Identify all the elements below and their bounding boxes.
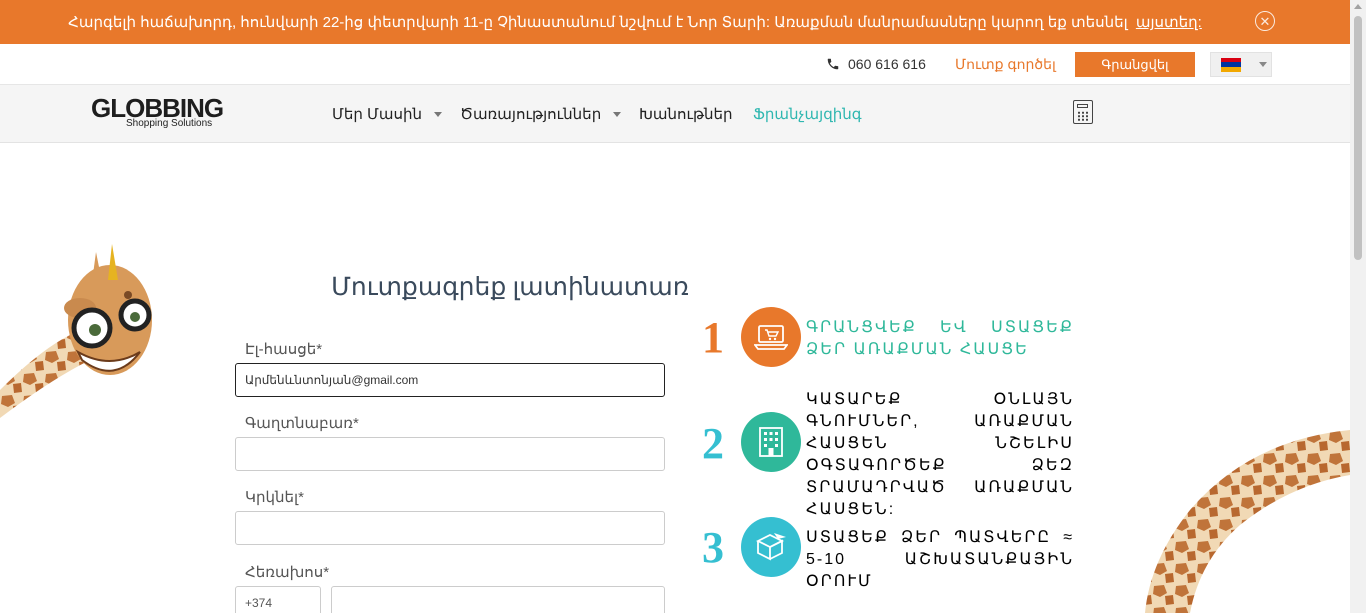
nav-item-shops[interactable]: Խանութներ <box>639 105 733 123</box>
step-number-text: 3 <box>702 523 724 572</box>
page-scrollbar[interactable] <box>1350 0 1366 613</box>
building-icon <box>759 427 783 457</box>
announcement-message: Հարգելի հաճախորդ, հունվարի 22-ից փետրվար… <box>68 14 1128 31</box>
nav-item-label: Ֆրանչայզինգ <box>753 106 862 123</box>
phone-label: Հեռախոս* <box>245 564 330 581</box>
armenia-flag-icon <box>1221 57 1241 72</box>
password-field[interactable] <box>235 437 665 471</box>
phone-field[interactable] <box>331 586 665 613</box>
nav-item-services[interactable]: Ծառայություններ <box>460 105 622 123</box>
language-selector[interactable] <box>1210 52 1272 77</box>
step-number-text: 1 <box>702 313 724 362</box>
utility-bar: 060 616 616 Մուտք գործել Գրանցվել <box>0 44 1350 85</box>
nav-item-label: Խանութներ <box>639 106 733 123</box>
giraffe-illustration-right <box>1145 430 1350 613</box>
close-icon[interactable]: ✕ <box>1255 11 1275 31</box>
step-3-text: ՍՏԱՑԵՔ ՁԵՐ ՊԱՏՎԵՐԸ ≈ 5-10 ԱՇԽԱՏԱՆՔԱՅԻՆ Օ… <box>806 529 1074 590</box>
form-title: Մուտքագրեք լատինատառ <box>331 274 689 301</box>
nav-item-franchising[interactable]: Ֆրանչայզինգ <box>753 105 862 123</box>
calculator-icon[interactable] <box>1073 100 1093 124</box>
announcement-text: Հարգելի հաճախորդ, հունվարի 22-ից փետրվար… <box>68 13 1202 31</box>
plane-box-icon <box>755 533 786 561</box>
step-number-text: 2 <box>702 419 724 468</box>
step-1-text: ԳՐԱՆՑՎԵՔ ԵՎ ՍՏԱՑԵՔ ՁԵՐ ԱՌԱՔՄԱՆ ՀԱՍՑԵ <box>806 319 1074 358</box>
laptop-cart-icon <box>754 325 788 350</box>
phone-code-field[interactable] <box>235 586 321 613</box>
logo[interactable]: GLOBBING Shopping Solutions <box>91 95 224 129</box>
main-nav: GLOBBING Shopping Solutions Մեր Մասին Ծա… <box>0 85 1350 143</box>
nav-item-about[interactable]: Մեր Մասին <box>332 105 443 123</box>
step-2-number: 2 <box>702 418 724 469</box>
phone-text: 060 616 616 <box>848 56 926 72</box>
step-1-circle <box>741 307 801 367</box>
step-2-text: ԿԱՏԱՐԵՔ ՕՆԼԱՅՆ ԳՆՈՒՄՆԵՐ, ԱՌԱՔՄԱՆ ՀԱՍՑԵՆ … <box>806 391 1074 518</box>
announcement-link[interactable]: այստեղ: <box>1136 14 1202 31</box>
chevron-down-icon <box>434 111 443 117</box>
phone-icon <box>827 58 839 70</box>
scrollbar-thumb[interactable] <box>1354 16 1362 260</box>
step-1-number: 1 <box>702 312 724 363</box>
repeat-password-label: Կրկնել* <box>245 489 304 506</box>
register-button[interactable]: Գրանցվել <box>1075 52 1195 77</box>
chevron-down-icon <box>1259 62 1267 67</box>
giraffe-illustration-left <box>0 244 152 418</box>
phone-number[interactable]: 060 616 616 <box>826 56 926 72</box>
email-field[interactable] <box>235 363 665 397</box>
step-3-number: 3 <box>702 522 724 573</box>
step-3-circle <box>741 517 801 577</box>
chevron-down-icon <box>613 111 622 117</box>
password-label: Գաղտնաբառ* <box>245 415 359 432</box>
nav-item-label: Մեր Մասին <box>332 106 423 123</box>
nav-item-label: Ծառայություններ <box>460 106 602 123</box>
email-label: Էլ-հասցե* <box>245 341 323 358</box>
scroll-up-arrow-icon[interactable] <box>1354 4 1362 9</box>
login-link[interactable]: Մուտք գործել <box>955 56 1056 73</box>
logo-subtitle: Shopping Solutions <box>126 118 213 129</box>
step-2-circle <box>741 412 801 472</box>
page: Հարգելի հաճախորդ, հունվարի 22-ից փետրվար… <box>0 0 1366 613</box>
repeat-password-field[interactable] <box>235 511 665 545</box>
announcement-bar: Հարգելի հաճախորդ, հունվարի 22-ից փետրվար… <box>0 0 1350 44</box>
